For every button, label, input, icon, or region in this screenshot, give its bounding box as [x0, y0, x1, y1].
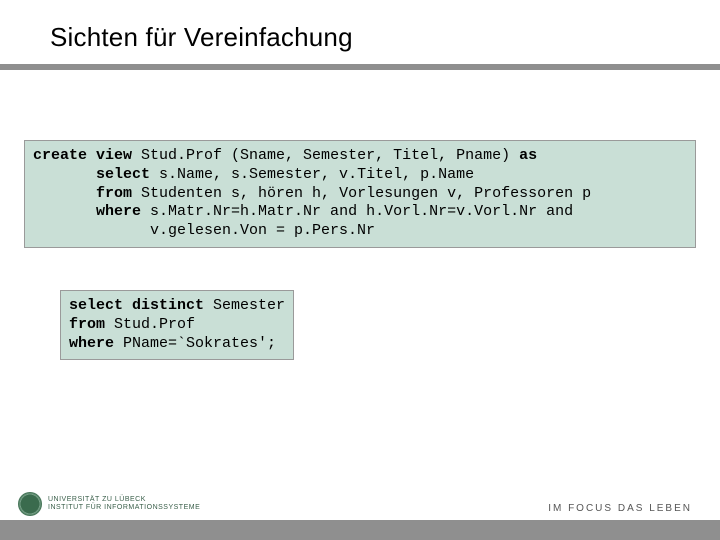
- uni-line1: UNIVERSITÄT ZU LÜBECK: [48, 496, 200, 504]
- footer-logo: UNIVERSITÄT ZU LÜBECK INSTITUT FÜR INFOR…: [18, 492, 200, 516]
- uni-line2: INSTITUT FÜR INFORMATIONSSYSTEME: [48, 504, 200, 512]
- page-title: Sichten für Vereinfachung: [50, 22, 353, 53]
- kw-where: where: [69, 335, 114, 352]
- code-text: PName=`Sokrates';: [114, 335, 276, 352]
- university-seal-icon: [18, 492, 42, 516]
- kw-select-distinct: select distinct: [69, 297, 204, 314]
- code-text: s.Matr.Nr=h.Matr.Nr and h.Vorl.Nr=v.Vorl…: [141, 203, 573, 220]
- kw-where: where: [33, 203, 141, 220]
- code-text: s.Name, s.Semester, v.Titel, p.Name: [150, 166, 474, 183]
- university-name: UNIVERSITÄT ZU LÜBECK INSTITUT FÜR INFOR…: [48, 496, 200, 511]
- code-block-create-view: create view Stud.Prof (Sname, Semester, …: [24, 140, 696, 248]
- kw-as: as: [519, 147, 537, 164]
- code-text: Studenten s, hören h, Vorlesungen v, Pro…: [132, 185, 591, 202]
- code-text: Semester: [204, 297, 285, 314]
- footer-motto: IM FOCUS DAS LEBEN: [548, 503, 692, 514]
- footer-bar: [0, 520, 720, 540]
- title-divider: [0, 64, 720, 70]
- code-text: v.gelesen.Von = p.Pers.Nr: [33, 222, 375, 239]
- kw-create-view: create view: [33, 147, 132, 164]
- kw-select: select: [33, 166, 150, 183]
- kw-from: from: [33, 185, 132, 202]
- slide: Sichten für Vereinfachung create view St…: [0, 0, 720, 540]
- code-text: Stud.Prof (Sname, Semester, Titel, Pname…: [132, 147, 519, 164]
- code-text: Stud.Prof: [105, 316, 195, 333]
- kw-from: from: [69, 316, 105, 333]
- code-block-select: select distinct Semester from Stud.Prof …: [60, 290, 294, 360]
